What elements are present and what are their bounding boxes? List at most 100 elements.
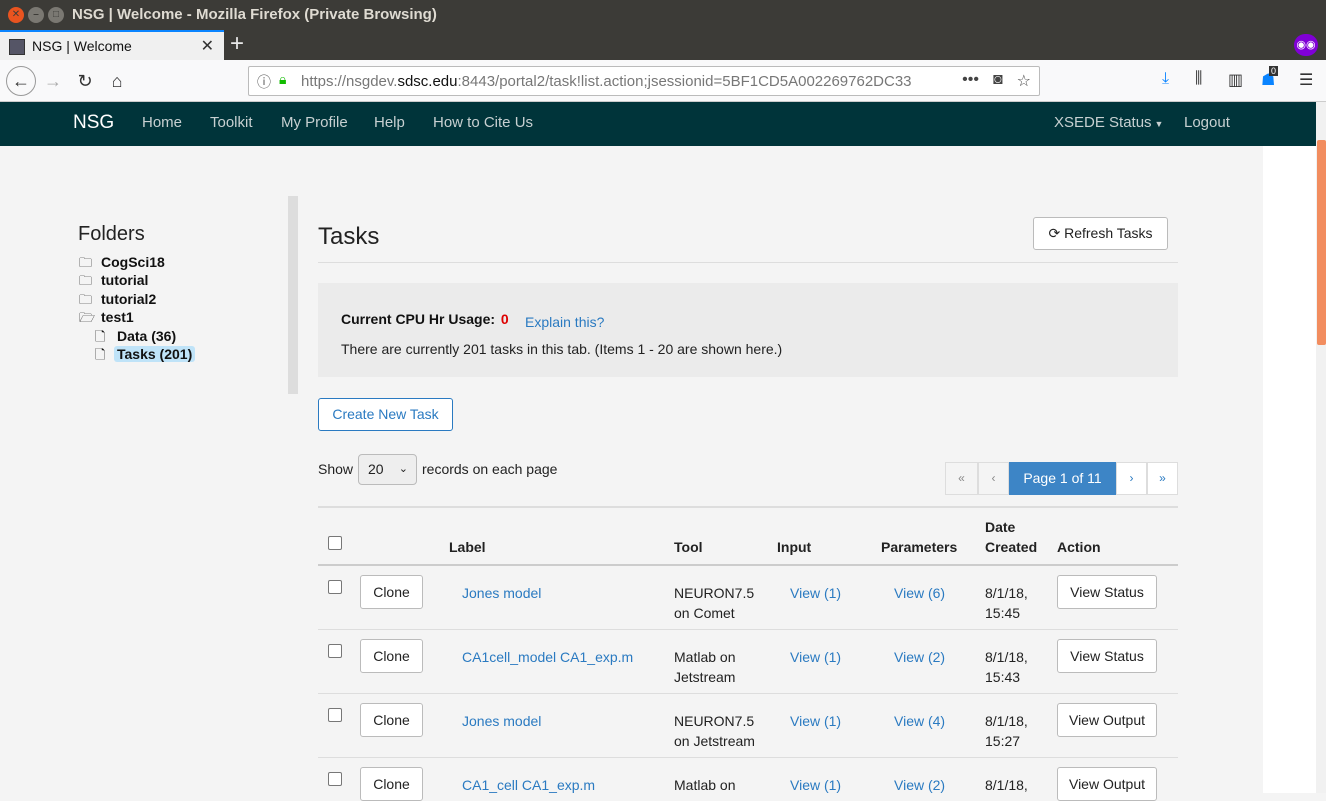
- row-checkbox[interactable]: [328, 772, 342, 786]
- url-bar[interactable]: ⓘ 🔒︎ https://nsgdev.sdsc.edu:8443/portal…: [248, 66, 1040, 96]
- pager-last[interactable]: »: [1147, 462, 1178, 495]
- params-view-link[interactable]: View (2): [894, 647, 945, 667]
- page-actions-icon[interactable]: •••: [962, 71, 979, 91]
- forward-icon[interactable]: →: [40, 68, 66, 94]
- menu-icon[interactable]: ☰: [1299, 70, 1313, 90]
- row-checkbox[interactable]: [328, 708, 342, 722]
- task-label-link[interactable]: CA1_cell CA1_exp.m: [462, 775, 595, 795]
- params-view-link[interactable]: View (6): [894, 583, 945, 603]
- view-output-button[interactable]: View Output: [1057, 767, 1157, 801]
- header-tool[interactable]: Tool: [674, 539, 703, 555]
- date-line1: 8/1/18,: [985, 713, 1028, 729]
- nav-logout[interactable]: Logout: [1184, 114, 1230, 131]
- folder-open-icon: 🗁: [79, 310, 96, 325]
- pager-next[interactable]: ›: [1116, 462, 1147, 495]
- input-view-link[interactable]: View (1): [790, 583, 841, 603]
- download-icon[interactable]: ⤓: [1162, 70, 1169, 88]
- records-per-page-select[interactable]: 20 ⌄: [358, 454, 417, 485]
- sidebar-divider: [288, 196, 298, 394]
- header-parameters[interactable]: Parameters: [881, 539, 957, 555]
- url-text[interactable]: https://nsgdev.sdsc.edu:8443/portal2/tas…: [301, 73, 961, 90]
- date-line2: 15:45: [985, 605, 1021, 621]
- xsede-status-label: XSEDE Status: [1054, 114, 1152, 131]
- task-label-link[interactable]: CA1cell_model CA1_exp.m: [462, 647, 633, 667]
- back-icon[interactable]: ←: [6, 66, 36, 96]
- refresh-tasks-button[interactable]: ⟳ Refresh Tasks: [1033, 217, 1168, 250]
- private-browsing-icon: ◉◉: [1294, 34, 1318, 56]
- nav-xsede-status[interactable]: XSEDE Status ▼: [1054, 114, 1163, 131]
- subfolder-label: Tasks (201): [114, 346, 196, 362]
- subfolder-label: Data (36): [117, 328, 177, 344]
- nav-my-profile[interactable]: My Profile: [281, 114, 348, 131]
- pager-first[interactable]: «: [945, 462, 978, 495]
- url-rest: :8443/portal2/task!list.action;jsessioni…: [457, 73, 912, 90]
- tool-line1: Matlab on: [674, 777, 736, 793]
- select-all-checkbox[interactable]: [328, 536, 342, 550]
- new-tab-icon[interactable]: +: [230, 31, 244, 57]
- row-checkbox[interactable]: [328, 580, 342, 594]
- params-view-link[interactable]: View (4): [894, 711, 945, 731]
- header-label[interactable]: Label: [449, 539, 486, 555]
- clone-button[interactable]: Clone: [360, 767, 423, 801]
- header-action: Action: [1057, 539, 1101, 555]
- view-status-button[interactable]: View Status: [1057, 639, 1157, 673]
- extension-ghost-icon[interactable]: ☗ 0: [1261, 66, 1279, 90]
- date-line1: 8/1/18,: [985, 649, 1028, 665]
- browser-tab[interactable]: NSG | Welcome ✕: [0, 30, 224, 60]
- clone-button[interactable]: Clone: [360, 703, 423, 737]
- site-info-icon[interactable]: ⓘ: [257, 72, 271, 92]
- header-date-line1[interactable]: Date: [985, 519, 1015, 535]
- brand-logo[interactable]: NSG: [73, 112, 114, 134]
- input-view-link[interactable]: View (1): [790, 711, 841, 731]
- explain-link[interactable]: Explain this?: [525, 314, 604, 330]
- folder-label: CogSci18: [101, 254, 165, 270]
- sidebar-icon[interactable]: ▥: [1228, 70, 1243, 90]
- refresh-icon: ⟳: [1048, 225, 1061, 241]
- folder-label: tutorial2: [101, 291, 157, 307]
- date-line2: 15:27: [985, 733, 1021, 749]
- nav-home[interactable]: Home: [142, 114, 182, 131]
- bookmark-star-icon[interactable]: ☆: [1017, 71, 1031, 91]
- row-divider: [318, 693, 1178, 694]
- nav-toolkit[interactable]: Toolkit: [210, 114, 253, 131]
- pocket-icon[interactable]: ◙: [993, 71, 1003, 91]
- task-label-link[interactable]: Jones model: [462, 583, 541, 603]
- input-view-link[interactable]: View (1): [790, 647, 841, 667]
- window-minimize-icon[interactable]: –: [28, 7, 44, 23]
- extension-badge: 0: [1269, 66, 1279, 76]
- subfolder-tasks[interactable]: 🗋 Tasks (201): [95, 346, 196, 368]
- header-date-line2[interactable]: Created: [985, 539, 1037, 555]
- task-label-link[interactable]: Jones model: [462, 711, 541, 731]
- input-view-link[interactable]: View (1): [790, 775, 841, 795]
- date-line2: 15:43: [985, 669, 1021, 685]
- clone-button[interactable]: Clone: [360, 575, 423, 609]
- records-label: records on each page: [422, 461, 558, 477]
- window-close-icon[interactable]: ✕: [8, 7, 24, 23]
- clone-button[interactable]: Clone: [360, 639, 423, 673]
- cpu-usage-label: Current CPU Hr Usage:: [341, 311, 496, 327]
- pager-current-page: Page 1 of 11: [1009, 462, 1116, 495]
- view-output-button[interactable]: View Output: [1057, 703, 1157, 737]
- pagination: « ‹ Page 1 of 11 › »: [945, 462, 1178, 495]
- view-status-button[interactable]: View Status: [1057, 575, 1157, 609]
- library-icon[interactable]: ⫼: [1195, 70, 1202, 88]
- tab-title: NSG | Welcome: [32, 38, 132, 54]
- params-view-link[interactable]: View (2): [894, 775, 945, 795]
- tab-close-icon[interactable]: ✕: [201, 36, 214, 56]
- header-input[interactable]: Input: [777, 539, 811, 555]
- window-maximize-icon[interactable]: □: [48, 7, 64, 23]
- site-navbar: NSG Home Toolkit My Profile Help How to …: [0, 102, 1316, 146]
- tool-line2: Jetstream: [674, 669, 736, 685]
- row-checkbox[interactable]: [328, 644, 342, 658]
- cpu-usage: Current CPU Hr Usage: 0: [341, 311, 509, 327]
- records-per-page-value: 20: [368, 461, 384, 477]
- nav-help[interactable]: Help: [374, 114, 405, 131]
- nav-how-to-cite[interactable]: How to Cite Us: [433, 114, 533, 131]
- home-icon[interactable]: ⌂: [104, 68, 130, 94]
- scrollbar-thumb[interactable]: [1317, 140, 1326, 345]
- pager-prev[interactable]: ‹: [978, 462, 1009, 495]
- folder-label: tutorial: [101, 272, 149, 288]
- reload-icon[interactable]: ↻: [72, 68, 98, 94]
- create-new-task-button[interactable]: Create New Task: [318, 398, 453, 431]
- favicon-icon: [9, 39, 25, 55]
